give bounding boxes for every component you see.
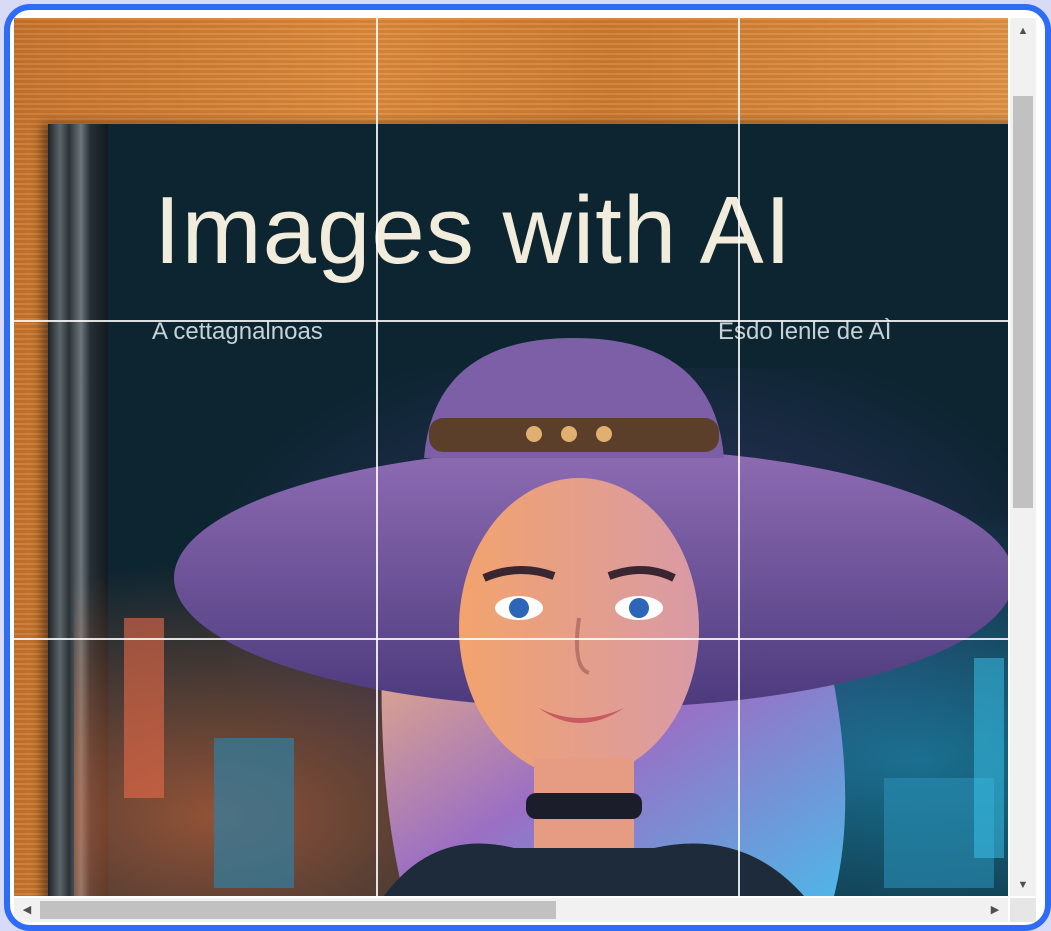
grid-line-vertical-1 [376,18,378,896]
grid-line-horizontal-2 [14,638,1008,640]
cover-subtitle-right: Esdo lenle de AÌ [718,318,892,345]
scroll-up-arrow-icon[interactable]: ▲ [1010,20,1036,42]
cover-title: Images with AI [154,177,793,284]
vertical-scroll-thumb[interactable] [1013,96,1033,508]
vertical-scrollbar[interactable]: ▲ ▼ [1010,18,1036,896]
grid-line-vertical-2 [738,18,740,896]
scroll-down-arrow-icon[interactable]: ▼ [1010,874,1036,896]
grid-line-horizontal-1 [14,320,1008,322]
scroll-left-arrow-icon[interactable]: ◀ [16,898,38,922]
image-viewer-frame: Images with AI A cettagnalnoas Esdo lenl… [4,4,1051,931]
horizontal-scroll-thumb[interactable] [40,901,556,919]
scrollbar-corner [1010,898,1036,922]
cover-subtitle-left: A cettagnalnoas [152,318,323,345]
image-viewport[interactable]: Images with AI A cettagnalnoas Esdo lenl… [14,18,1008,896]
scroll-right-arrow-icon[interactable]: ▶ [984,898,1006,922]
woman-portrait-illustration [124,338,1008,896]
horizontal-scrollbar[interactable]: ◀ ▶ [14,898,1008,922]
